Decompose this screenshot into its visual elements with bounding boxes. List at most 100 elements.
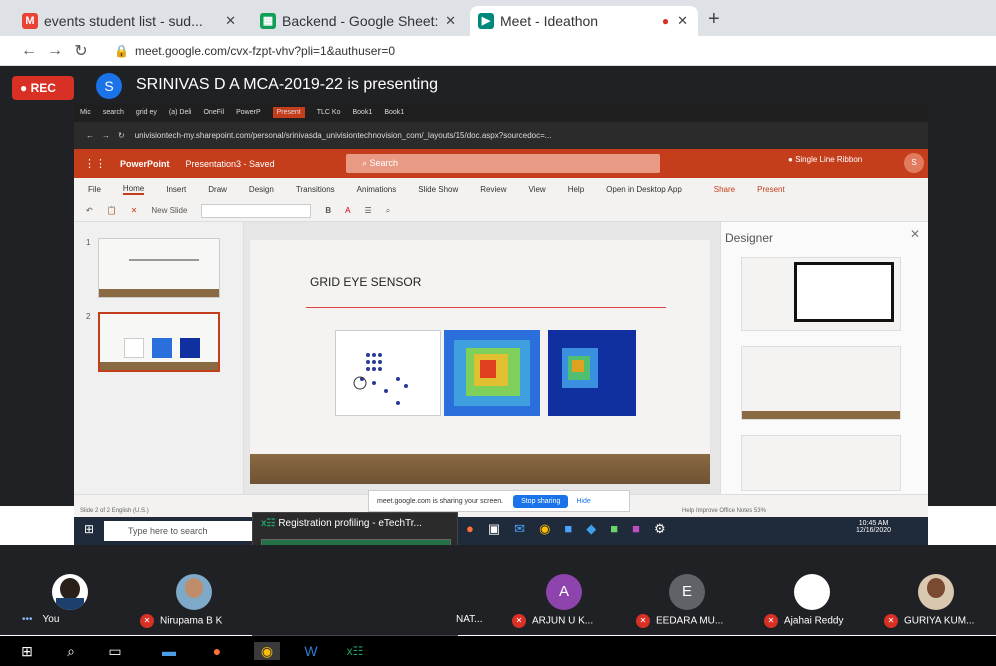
status-right: Help Improve Office Notes 53% <box>682 508 766 514</box>
search-box: ⌕ Search <box>346 154 660 173</box>
thumb-wood <box>99 289 219 297</box>
designer-card-1 <box>741 257 901 331</box>
participant-avatar <box>794 574 830 610</box>
stop-sharing-button[interactable]: Stop sharing <box>513 494 569 508</box>
thumb-image-heat2 <box>180 338 200 358</box>
new-tab-button[interactable]: + <box>708 8 720 31</box>
designer-card-2 <box>741 346 901 420</box>
powerpoint-header: ⋮⋮ PowerPoint Presentation3 - Saved ⌕ Se… <box>74 149 928 178</box>
participant-name: EEDARA MU... <box>656 615 724 627</box>
inner-tab: grid ey <box>135 109 157 116</box>
url-field[interactable]: meet.google.com/cvx-fzpt-vhv?pli=1&authu… <box>135 44 395 58</box>
menu-transitions: Transitions <box>295 184 335 194</box>
face-photo <box>60 578 80 600</box>
chrome-icon[interactable]: ◉ <box>254 642 280 660</box>
participant-name: NAT... <box>456 614 483 625</box>
inner-tab: search <box>102 109 124 116</box>
browser-tab-strip: M events student list - sud... ✕ ▦ Backe… <box>0 0 996 36</box>
os-taskbar <box>0 636 996 666</box>
participant-nirupama: ✕ Nirupama B K <box>140 614 222 628</box>
app-icon: ■ <box>632 521 640 536</box>
taskbar-app-icons: ● ▣ ✉ ◉ ■ ◆ ■ ■ ⚙ <box>466 521 806 539</box>
participant-ajahai: ✕ Ajahai Reddy <box>764 614 843 628</box>
excel-icon[interactable]: x☷ <box>346 642 364 660</box>
close-icon[interactable]: ✕ <box>677 13 688 29</box>
thumb-image-heat <box>152 338 172 358</box>
designer-card-highlight <box>794 262 894 322</box>
bullets-icon: ☰ <box>364 206 372 215</box>
participant-avatar <box>176 574 212 610</box>
lock-icon: 🔒 <box>114 43 129 58</box>
participant-avatar: E <box>669 574 705 610</box>
hide-button[interactable]: Hide <box>576 498 590 505</box>
slide-thumbnail-1 <box>98 238 220 298</box>
presenter-avatar: S <box>96 73 122 99</box>
app-icon: ■ <box>610 521 619 536</box>
menu-open-desktop: Open in Desktop App <box>606 184 682 194</box>
ribbon-toolbar: ↶ 📋 ✕ New Slide B A ☰ ⌕ <box>74 200 928 222</box>
participant-name: Nirupama B K <box>160 615 223 627</box>
paste-icon: 📋 <box>106 206 117 215</box>
close-icon[interactable]: ✕ <box>445 13 456 29</box>
participant-name: Ajahai Reddy <box>784 615 844 627</box>
browser-tab-meet[interactable]: ▶ Meet - Ideathon ● ✕ <box>470 6 698 36</box>
inner-tab: Mic <box>80 109 91 116</box>
vscode-icon: ◆ <box>586 521 597 536</box>
app-icon: ■ <box>564 521 573 536</box>
search-icon[interactable]: ⌕ <box>62 642 80 660</box>
shirt <box>56 598 84 610</box>
inner-tab: Present <box>272 107 305 118</box>
task-view-icon[interactable]: ▭ <box>106 642 124 660</box>
forward-arrow-icon: → <box>102 131 110 140</box>
heatmap-image-2 <box>548 330 636 416</box>
menu-file: File <box>88 184 101 194</box>
forward-arrow-icon[interactable]: → <box>42 42 68 60</box>
thumb-wood <box>100 362 218 370</box>
inner-browser-tabs: Mic search grid ey (a) Deli OneFil Power… <box>74 103 928 122</box>
windows-start-icon[interactable]: ⊞ <box>18 642 36 660</box>
excel-preview-title: x☷ Registration profiling - eTechTr... <box>261 518 422 529</box>
inner-tab: Book1 <box>384 109 405 116</box>
dot-grid-graphic <box>353 353 408 405</box>
settings-icon: ⚙ <box>653 521 666 536</box>
participant-name: ARJUN U K... <box>532 615 594 627</box>
close-icon[interactable]: ✕ <box>225 13 236 29</box>
participant-arjun: ✕ ARJUN U K... <box>512 614 593 628</box>
participant-you: ••• You <box>22 614 59 625</box>
firefox-icon[interactable]: ● <box>208 642 226 660</box>
mail-icon: ✉ <box>514 521 526 536</box>
thumb-image-grid <box>124 338 144 358</box>
designer-card-3 <box>741 435 901 491</box>
reload-icon[interactable]: ↻ <box>68 41 94 61</box>
rec-label: REC <box>30 81 56 95</box>
inner-url: univisiontech-my.sharepoint.com/personal… <box>134 131 552 140</box>
heatmap-image-1 <box>444 330 540 416</box>
menu-slide-show: Slide Show <box>418 184 459 194</box>
rec-badge: ● REC <box>12 76 74 100</box>
inner-tab: Book1 <box>352 109 373 116</box>
mic-off-icon: ✕ <box>764 614 778 628</box>
single-line-ribbon-toggle: ● Single Line Ribbon <box>788 155 863 164</box>
browser-tab-gmail[interactable]: M events student list - sud... ✕ <box>14 6 246 36</box>
excel-icon: x☷ <box>261 518 276 529</box>
word-icon[interactable]: W <box>302 642 320 660</box>
participant-avatar <box>52 574 88 610</box>
browser-tab-sheets[interactable]: ▦ Backend - Google Sheet: ✕ <box>252 6 466 36</box>
app-launcher-icon: ⋮⋮ <box>84 158 106 170</box>
doc-title: Presentation3 - Saved <box>185 158 275 169</box>
search-placeholder: Search <box>369 158 399 168</box>
gmail-icon: M <box>22 13 38 29</box>
presenter-status: SRINIVAS D A MCA-2019-22 is presenting <box>136 76 439 93</box>
address-bar: ← → ↻ 🔒 meet.google.com/cvx-fzpt-vhv?pli… <box>0 36 996 66</box>
tab-title: events student list - sud... <box>44 13 203 29</box>
font-color-icon: A <box>345 206 351 215</box>
find-icon: ⌕ <box>385 205 391 215</box>
bold-icon: B <box>325 206 332 215</box>
back-arrow-icon[interactable]: ← <box>16 42 42 60</box>
menu-review: Review <box>480 184 507 194</box>
inner-tab: (a) Deli <box>168 109 192 116</box>
slide-title-rule <box>306 307 666 308</box>
file-explorer-icon[interactable]: ▬ <box>160 642 178 660</box>
designer-title: Designer <box>725 231 774 245</box>
share-button: Share <box>713 184 736 194</box>
